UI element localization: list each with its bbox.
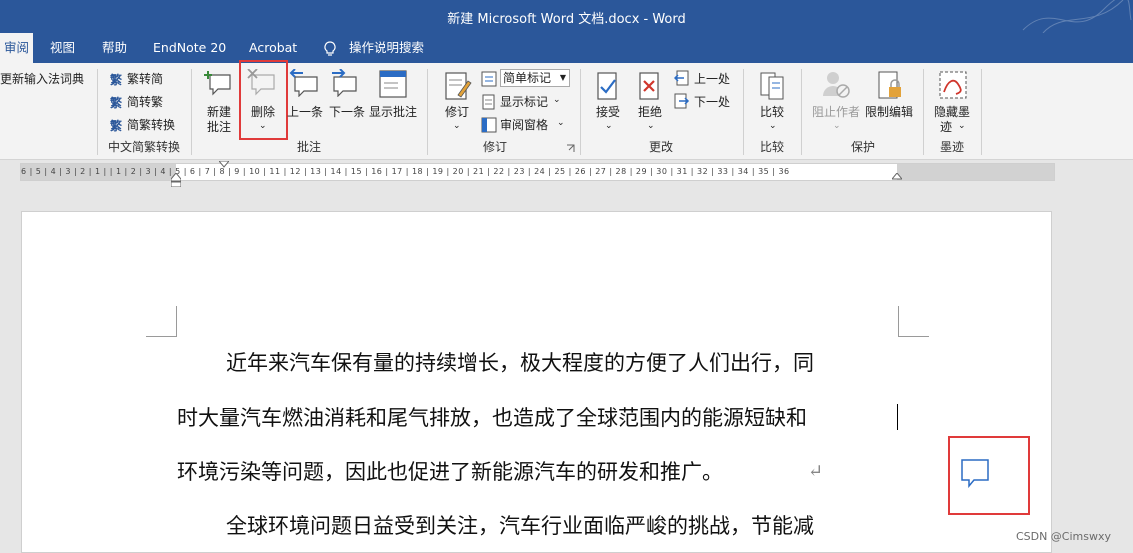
group-separator [923,69,924,155]
compare-button[interactable]: 比较 [760,105,784,119]
dialog-launcher-icon[interactable] [566,144,576,154]
group-label-chinese-conversion: 中文简繁转换 [108,140,181,154]
crop-mark-right [898,306,929,337]
update-ime-dictionary-button[interactable]: 更新输入法词典 [0,72,84,86]
right-indent-marker[interactable] [892,173,902,181]
accept-button[interactable]: 接受 [596,105,620,119]
reject-icon [639,72,659,100]
group-label-protect: 保护 [851,140,876,154]
trad-to-simp-button[interactable]: 繁转简 [127,72,163,86]
next-comment-icon [332,69,357,97]
tab-acrobat[interactable]: Acrobat [249,33,297,63]
title-bar: 新建 Microsoft Word 文档.docx - Word [0,0,1133,33]
show-comments-button[interactable]: 显示批注 [369,105,417,119]
chevron-down-icon: ▼ [559,73,566,82]
horizontal-ruler[interactable]: 6 | 5 | 4 | 3 | 2 | 1 | | 1 | 2 | 3 | 4 … [20,161,1055,187]
hide-ink-label-2[interactable]: 迹 [940,120,952,134]
chevron-down-icon[interactable]: ⌄ [647,119,655,133]
next-comment-button[interactable]: 下一条 [329,105,365,119]
chevron-down-icon[interactable]: ⌄ [557,116,565,130]
group-separator [981,69,982,155]
document-text-line[interactable]: 时大量汽车燃油消耗和尾气排放，也造成了全球范围内的能源短缺和 [177,405,807,431]
previous-comment-button[interactable]: 上一条 [287,105,323,119]
hide-ink-label-1[interactable]: 隐藏墨 [934,105,970,119]
chevron-down-icon[interactable]: ⌄ [833,119,841,133]
new-comment-label-2[interactable]: 批注 [207,120,231,134]
group-separator [743,69,744,155]
paragraph-mark: ↵ [808,461,824,482]
group-label-compare: 比较 [760,140,785,154]
trad-to-simp-icon: 繁 [110,73,123,87]
track-changes-icon [445,72,472,100]
reviewing-pane-button[interactable]: 审阅窗格 [500,118,548,132]
show-markup-button[interactable]: 显示标记 [500,95,548,109]
restrict-editing-icon [878,71,901,99]
next-change-button[interactable]: 下一处 [694,95,730,109]
watermark: CSDN @Cimswxy [1015,530,1111,543]
hide-ink-icon [939,71,967,99]
tab-view[interactable]: 视图 [50,33,75,63]
ribbon-tabs: 审阅 视图 帮助 EndNote 20 Acrobat 操作说明搜索 [0,33,1133,63]
compare-icon [760,72,784,100]
comment-highlight [948,436,1030,515]
group-separator [427,69,428,155]
previous-comment-icon [289,69,318,97]
group-separator [801,69,802,155]
group-label-comments: 批注 [297,140,322,154]
show-comments-icon [379,70,407,98]
block-authors-button[interactable]: 阻止作者 [812,105,860,119]
chevron-down-icon[interactable]: ⌄ [605,119,613,133]
simp-to-trad-icon: 繁 [110,96,123,110]
reviewing-pane-icon [481,117,497,133]
track-changes-button[interactable]: 修订 [445,105,469,119]
chevron-down-icon[interactable]: ⌄ [553,93,561,107]
chevron-down-icon[interactable]: ⌄ [769,119,777,133]
reject-button[interactable]: 拒绝 [638,105,662,119]
document-text-line[interactable]: 近年来汽车保有量的持续增长，极大程度的方便了人们出行，同 [226,350,814,376]
group-label-ink: 墨迹 [940,140,965,154]
simp-to-trad-button[interactable]: 简转繁 [127,95,163,109]
group-separator [191,69,192,155]
group-label-tracking: 修订 [483,140,508,154]
markup-mode-icon [481,71,497,87]
simp-trad-convert-button[interactable]: 简繁转换 [127,118,175,132]
ribbon: 更新输入法词典 繁 繁转简 繁 简转繁 繁 简繁转换 中文简繁转换 新建 批注 … [0,60,1133,160]
group-separator [97,69,98,155]
new-comment-label-1[interactable]: 新建 [207,105,231,119]
previous-change-icon [674,70,689,86]
group-separator [580,69,581,155]
document-text-line[interactable]: 环境污染等问题，因此也促进了新能源汽车的研发和推广。 [177,459,723,485]
new-comment-icon [204,71,231,96]
markup-mode-select[interactable]: 简单标记 ▼ [500,69,570,87]
crop-mark-left [146,306,177,337]
window-title: 新建 Microsoft Word 文档.docx - Word [447,12,686,27]
tell-me-search[interactable]: 操作说明搜索 [349,33,424,63]
chevron-down-icon[interactable]: ⌄ [453,119,461,133]
text-cursor [897,404,898,430]
tab-help[interactable]: 帮助 [102,33,127,63]
lightbulb-icon [324,41,336,56]
tab-endnote[interactable]: EndNote 20 [153,33,226,63]
previous-change-button[interactable]: 上一处 [694,72,730,86]
left-indent-marker[interactable] [171,173,181,187]
document-text-line[interactable]: 全球环境问题日益受到关注，汽车行业面临严峻的挑战，节能减 [226,513,814,539]
next-change-icon [674,93,690,109]
chevron-down-icon[interactable]: ⌄ [958,119,966,133]
delete-button-highlight [239,60,288,140]
tab-review[interactable]: 审阅 [0,33,34,63]
group-label-changes: 更改 [649,140,674,154]
show-markup-icon [482,94,495,110]
block-authors-icon [823,72,850,98]
first-line-indent-marker[interactable] [219,161,229,169]
restrict-editing-button[interactable]: 限制编辑 [865,105,913,119]
accept-icon [597,72,617,100]
document-page[interactable]: 近年来汽车保有量的持续增长，极大程度的方便了人们出行，同 时大量汽车燃油消耗和尾… [21,211,1052,553]
convert-icon: 繁 [110,119,123,133]
markup-mode-value: 简单标记 [503,71,552,85]
title-decoration-icon [1022,0,1132,33]
